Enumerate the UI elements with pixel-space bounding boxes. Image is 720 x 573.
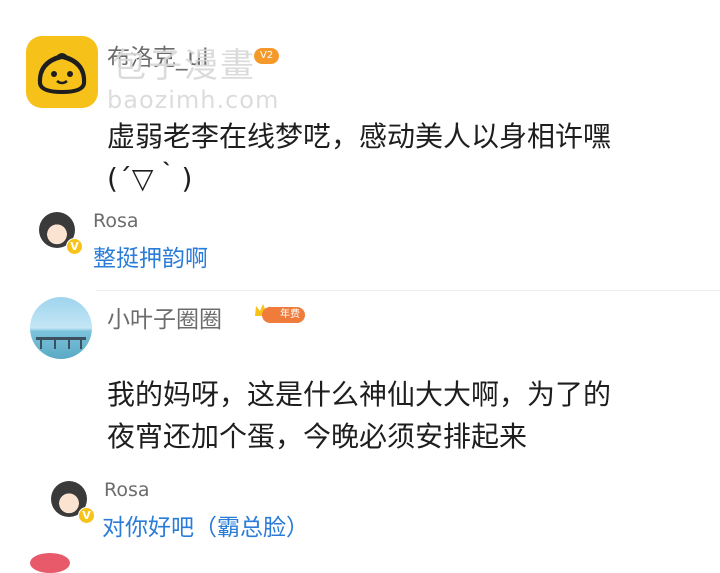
next-comment-avatar[interactable] — [30, 553, 70, 573]
reply-text[interactable]: 对你好吧（霸总脸） — [102, 508, 309, 542]
verified-badge-icon: V — [78, 507, 95, 524]
comment-username[interactable]: 小叶子圈圈 — [107, 300, 222, 334]
watermark-url: baozimh.com — [107, 86, 280, 114]
comment-text-line: (´▽｀) — [107, 162, 193, 195]
reply-username[interactable]: Rosa — [104, 479, 150, 501]
level-badge: V2 — [254, 48, 280, 64]
watermark-text: 包子漫畫 — [112, 46, 256, 86]
verified-badge-icon: V — [66, 238, 83, 255]
annual-vip-badge: 年费 — [262, 307, 305, 323]
comment-text-line: 夜宵还加个蛋，今晚必须安排起来 — [107, 420, 528, 453]
seaside-pier-photo — [36, 337, 86, 349]
avatar-steamed-bun[interactable] — [26, 36, 98, 108]
avatar-seaside[interactable] — [30, 297, 92, 359]
reply-text[interactable]: 整挺押韵啊 — [93, 239, 208, 273]
comment-text-line: 我的妈呀，这是什么神仙大大啊，为了的 — [107, 378, 612, 411]
reply-username[interactable]: Rosa — [93, 210, 139, 232]
comment-divider — [96, 290, 720, 291]
comment-text-line: 虚弱老李在线梦呓，感动美人以身相许嘿 — [107, 120, 612, 153]
steamed-bun-icon — [37, 53, 87, 94]
